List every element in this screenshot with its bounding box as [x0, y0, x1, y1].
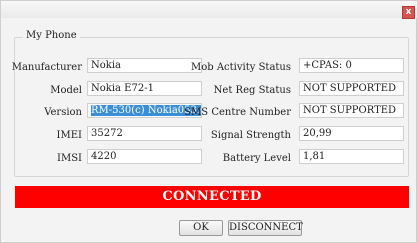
- title-bar: [1, 1, 417, 18]
- battery-level-label: Battery Level: [222, 153, 291, 164]
- mob-activity-status-label: Mob Activity Status: [191, 62, 291, 73]
- signal-strength-label: Signal Strength: [210, 130, 291, 141]
- net-reg-status-label: Net Reg Status: [213, 85, 291, 96]
- mob-activity-status-field[interactable]: +CPAS: 0: [299, 58, 404, 73]
- ok-button[interactable]: OK: [179, 220, 223, 236]
- net-reg-status-field[interactable]: NOT SUPPORTED: [299, 81, 404, 96]
- sms-centre-number-field[interactable]: NOT SUPPORTED: [299, 103, 404, 118]
- connection-status-banner: CONNECTED: [15, 186, 409, 208]
- manufacturer-label: Manufacturer: [11, 62, 82, 73]
- close-icon[interactable]: x: [402, 6, 415, 19]
- disconnect-button[interactable]: DISCONNECT: [228, 220, 303, 236]
- battery-level-field[interactable]: 1,81: [299, 149, 404, 164]
- imsi-field[interactable]: 4220: [87, 149, 202, 164]
- manufacturer-field[interactable]: Nokia: [87, 58, 202, 73]
- group-title: My Phone: [23, 30, 80, 41]
- model-label: Model: [50, 85, 82, 96]
- imei-label: IMEI: [56, 130, 82, 141]
- version-label: Version: [44, 107, 82, 118]
- imsi-label: IMSI: [57, 153, 82, 164]
- model-field[interactable]: Nokia E72-1: [87, 81, 202, 96]
- phone-info-window: x My Phone Manufacturer Nokia Model Noki…: [0, 0, 417, 243]
- imei-field[interactable]: 35272: [87, 126, 202, 141]
- signal-strength-field[interactable]: 20,99: [299, 126, 404, 141]
- sms-centre-number-label: SMS Centre Number: [184, 107, 291, 118]
